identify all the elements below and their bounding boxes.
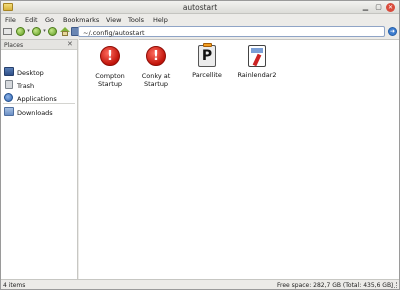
sidebar-item-label: Downloads: [17, 108, 53, 117]
forward-history-chevron-icon[interactable]: ▾: [42, 27, 47, 36]
home-icon[interactable]: [60, 27, 70, 36]
menu-bar: File Edit Go Bookmarks View Tools Help: [1, 15, 399, 26]
applications-icon: [4, 93, 13, 102]
title-bar[interactable]: autostart ▁ ▢ ✕: [1, 1, 399, 14]
sidebar-divider: [3, 103, 75, 104]
free-space: Free space: 282,7 GB (Total: 435,6 GB): [277, 281, 394, 289]
new-tab-button[interactable]: [3, 27, 13, 36]
tab-icon: [3, 28, 12, 35]
toolbar: ▾ ▾ ~/.config/autostart ➜: [1, 26, 399, 38]
back-arrow-icon[interactable]: [16, 27, 25, 36]
file-manager-window: autostart ▁ ▢ ✕ File Edit Go Bookmarks V…: [0, 0, 400, 290]
menu-help[interactable]: Help: [153, 16, 168, 24]
file-view[interactable]: ! Compton Startup ! Conky at Startup P Par…: [79, 39, 399, 279]
location-input[interactable]: ~/.config/autostart: [78, 26, 385, 37]
places-header[interactable]: Places ✕: [1, 40, 77, 50]
menu-file[interactable]: File: [5, 16, 16, 24]
menu-tools[interactable]: Tools: [128, 16, 144, 24]
menu-edit[interactable]: Edit: [25, 16, 38, 24]
close-sidebar-icon[interactable]: ✕: [67, 40, 73, 48]
back-history-chevron-icon[interactable]: ▾: [26, 27, 31, 36]
sidebar-item-label: Trash: [17, 81, 35, 90]
forward-arrow-icon[interactable]: [32, 27, 41, 36]
file-label: Rainlendar2: [237, 71, 277, 79]
sidebar-item-label: Desktop: [17, 68, 44, 77]
menu-view[interactable]: View: [106, 16, 121, 24]
window-title: autostart: [182, 3, 218, 12]
menu-go[interactable]: Go: [45, 16, 54, 24]
minimize-button[interactable]: ▁: [361, 3, 370, 12]
downloads-folder-icon: [4, 107, 14, 116]
go-arrow-icon[interactable]: ➜: [388, 27, 397, 36]
status-bar: 4 items Free space: 282,7 GB (Total: 435…: [1, 279, 399, 289]
parcellite-icon: P: [198, 43, 216, 67]
warning-icon: !: [100, 46, 120, 66]
trash-icon: [5, 80, 13, 89]
file-item-rainlendar2[interactable]: Rainlendar2: [227, 44, 287, 79]
close-button[interactable]: ✕: [386, 3, 395, 12]
resize-grip[interactable]: [391, 282, 397, 288]
sidebar-item-desktop[interactable]: Desktop: [3, 66, 76, 78]
menu-bookmarks[interactable]: Bookmarks: [63, 16, 99, 24]
desktop-icon: [4, 67, 14, 76]
places-header-label: Places: [4, 41, 24, 49]
warning-icon: !: [146, 46, 166, 66]
rainlendar-icon: [248, 45, 266, 67]
up-arrow-icon[interactable]: [48, 27, 57, 36]
item-count: 4 items: [3, 281, 26, 289]
location-path: ~/.config/autostart: [83, 28, 145, 37]
sidebar-item-downloads[interactable]: Downloads: [3, 106, 76, 118]
sidebar-item-label: Applications: [17, 94, 57, 103]
maximize-button[interactable]: ▢: [374, 3, 383, 12]
sidebar-item-trash[interactable]: Trash: [3, 79, 76, 91]
places-sidebar: Places ✕ Desktop Trash Applications Down…: [1, 39, 78, 279]
